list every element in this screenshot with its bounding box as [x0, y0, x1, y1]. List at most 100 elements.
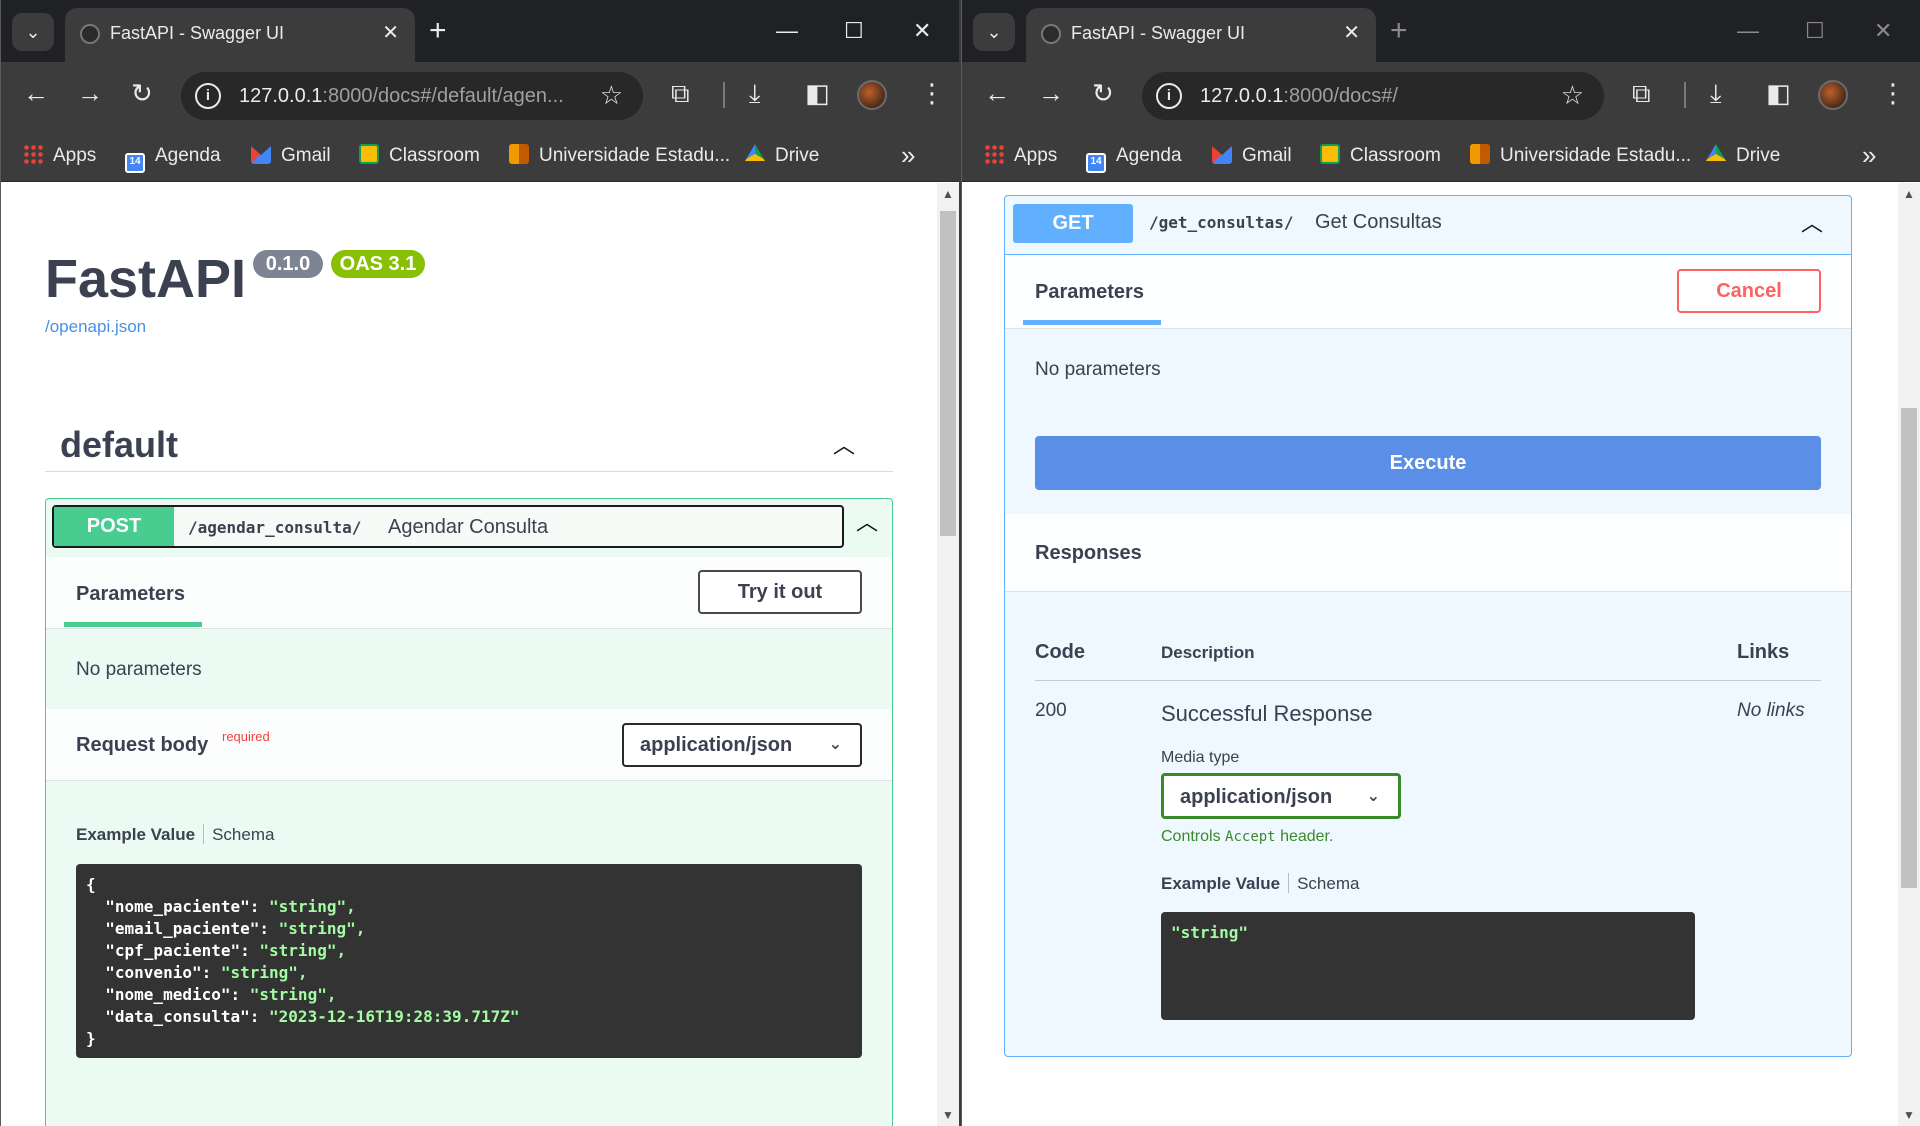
page-content: GET /get_consultas/ Get Consultas ︿ Para…	[962, 183, 1920, 1126]
bookmark-star-icon[interactable]: ☆	[600, 80, 623, 111]
vertical-scrollbar[interactable]: ▲ ▼	[937, 183, 959, 1126]
address-bar[interactable]: i 127.0.0.1:8000/docs#/default/agen... ☆	[181, 72, 643, 120]
more-bookmarks-icon[interactable]: »	[901, 140, 915, 171]
close-window-button[interactable]: ✕	[913, 12, 931, 50]
chevron-up-icon[interactable]: ︿	[856, 505, 878, 537]
download-icon[interactable]: ⤓	[749, 76, 761, 110]
table-divider	[1035, 680, 1821, 681]
bookmark-apps[interactable]: Apps	[984, 142, 1057, 170]
profile-avatar[interactable]	[1818, 80, 1848, 110]
extensions-icon[interactable]: ⧉	[1632, 76, 1651, 110]
reload-icon[interactable]: ↻	[1092, 76, 1114, 110]
close-window-button[interactable]: ✕	[1874, 12, 1892, 50]
maximize-button[interactable]: ☐	[1805, 12, 1825, 50]
bookmark-drive[interactable]: Drive	[1706, 142, 1780, 170]
toolbar: ← → ↻ i 127.0.0.1:8000/docs#/default/age…	[1, 62, 959, 130]
reload-icon[interactable]: ↻	[131, 76, 153, 110]
bookmark-gmail[interactable]: Gmail	[251, 142, 331, 170]
bookmark-classroom[interactable]: Classroom	[1320, 142, 1441, 170]
bookmark-gmail[interactable]: Gmail	[1212, 142, 1292, 170]
bookmark-apps[interactable]: Apps	[23, 142, 96, 170]
menu-icon[interactable]: ⋮	[1880, 76, 1906, 110]
operation-summary-text: Get Consultas	[1315, 211, 1442, 233]
responses-header: Responses	[1005, 514, 1851, 592]
response-media-type-select[interactable]: application/json ⌄	[1161, 773, 1401, 819]
profile-avatar[interactable]	[857, 80, 887, 110]
bookmark-classroom[interactable]: Classroom	[359, 142, 480, 170]
download-icon[interactable]: ⤓	[1710, 76, 1722, 110]
scroll-down-arrow-icon[interactable]: ▼	[1898, 1108, 1920, 1122]
calendar-icon: 14	[125, 153, 145, 173]
example-value-tab[interactable]: Example Value	[76, 825, 195, 844]
tab-underline	[64, 622, 202, 627]
more-bookmarks-icon[interactable]: »	[1862, 140, 1876, 171]
minimize-button[interactable]: —	[776, 12, 798, 50]
vertical-scrollbar[interactable]: ▲ ▼	[1898, 183, 1920, 1126]
operation-post-agendar-consulta: POST /agendar_consulta/ Agendar Consulta…	[45, 498, 893, 1126]
example-schema-tabs: Example Value Schema	[1161, 873, 1359, 894]
bookmark-agenda[interactable]: 14 Agenda	[1086, 142, 1182, 173]
menu-icon[interactable]: ⋮	[919, 76, 945, 110]
scroll-up-arrow-icon[interactable]: ▲	[1898, 187, 1920, 201]
media-type-label: Media type	[1161, 749, 1240, 766]
minimize-button[interactable]: —	[1737, 12, 1759, 50]
selected-media-type: application/json	[1180, 786, 1333, 808]
execute-button[interactable]: Execute	[1035, 436, 1821, 490]
chevron-up-icon[interactable]: ︿	[1801, 206, 1823, 238]
address-bar[interactable]: i 127.0.0.1:8000/docs#/ ☆	[1142, 72, 1604, 120]
browser-window-right: ⌄ FastAPI - Swagger UI ✕ + — ☐ ✕ ← → ↻ i…	[961, 0, 1920, 1126]
scroll-up-arrow-icon[interactable]: ▲	[937, 187, 959, 201]
bookmark-drive[interactable]: Drive	[745, 142, 819, 170]
chevron-up-icon[interactable]: ︿	[833, 428, 855, 460]
openapi-link[interactable]: /openapi.json	[45, 317, 146, 337]
maximize-button[interactable]: ☐	[844, 12, 864, 50]
toolbar-divider	[723, 82, 725, 108]
content-type-select[interactable]: application/json ⌄	[622, 723, 862, 767]
tag-section-default[interactable]: default ︿	[45, 416, 893, 472]
operation-path: /agendar_consulta/	[188, 518, 362, 537]
operation-summary-text: Agendar Consulta	[388, 516, 549, 538]
oas-badge: OAS 3.1	[331, 250, 425, 278]
extensions-icon[interactable]: ⧉	[671, 76, 690, 110]
cancel-button[interactable]: Cancel	[1677, 269, 1821, 313]
operation-summary[interactable]: GET /get_consultas/ Get Consultas ︿	[1011, 202, 1845, 245]
back-icon[interactable]: ←	[23, 76, 49, 110]
site-info-icon[interactable]: i	[195, 83, 221, 109]
response-description: Successful Response	[1161, 701, 1373, 726]
try-it-out-button[interactable]: Try it out	[698, 570, 862, 614]
new-tab-button[interactable]: +	[429, 12, 447, 50]
toolbar-divider	[1684, 82, 1686, 108]
back-icon[interactable]: ←	[984, 76, 1010, 110]
site-info-icon[interactable]: i	[1156, 83, 1182, 109]
bookmarks-bar: Apps 14 Agenda Gmail Classroom Universida…	[1, 130, 959, 182]
schema-tab[interactable]: Schema	[212, 825, 274, 844]
col-description-header: Description	[1161, 643, 1255, 662]
scrollbar-thumb[interactable]	[940, 211, 956, 536]
side-panel-icon[interactable]: ◧	[805, 76, 830, 110]
url-text: 127.0.0.1:8000/docs#/default/agen...	[239, 85, 564, 107]
tab-search-button[interactable]: ⌄	[973, 13, 1015, 51]
bookmark-star-icon[interactable]: ☆	[1561, 80, 1584, 111]
bookmark-universidade[interactable]: Universidade Estadu...	[509, 142, 730, 170]
fastapi-favicon-icon	[1041, 24, 1061, 44]
browser-tab[interactable]: FastAPI - Swagger UI ✕	[65, 8, 415, 62]
side-panel-icon[interactable]: ◧	[1766, 76, 1791, 110]
tab-search-button[interactable]: ⌄	[12, 13, 54, 51]
operation-summary[interactable]: POST /agendar_consulta/ Agendar Consulta	[52, 505, 844, 548]
bookmark-universidade[interactable]: Universidade Estadu...	[1470, 142, 1691, 170]
forward-icon[interactable]: →	[77, 76, 103, 110]
example-value-tab[interactable]: Example Value	[1161, 874, 1280, 893]
browser-tab[interactable]: FastAPI - Swagger UI ✕	[1026, 8, 1376, 62]
scroll-down-arrow-icon[interactable]: ▼	[937, 1108, 959, 1122]
operation-get-consultas: GET /get_consultas/ Get Consultas ︿ Para…	[1004, 195, 1852, 1057]
forward-icon[interactable]: →	[1038, 76, 1064, 110]
scrollbar-thumb[interactable]	[1901, 408, 1917, 888]
parameters-tab[interactable]: Parameters	[1035, 281, 1144, 304]
bookmark-agenda[interactable]: 14 Agenda	[125, 142, 221, 173]
schema-tab[interactable]: Schema	[1297, 874, 1359, 893]
new-tab-button[interactable]: +	[1390, 12, 1408, 50]
parameters-tab[interactable]: Parameters	[76, 583, 185, 606]
close-tab-icon[interactable]: ✕	[1343, 20, 1360, 45]
gmail-icon	[251, 146, 271, 164]
close-tab-icon[interactable]: ✕	[382, 20, 399, 45]
